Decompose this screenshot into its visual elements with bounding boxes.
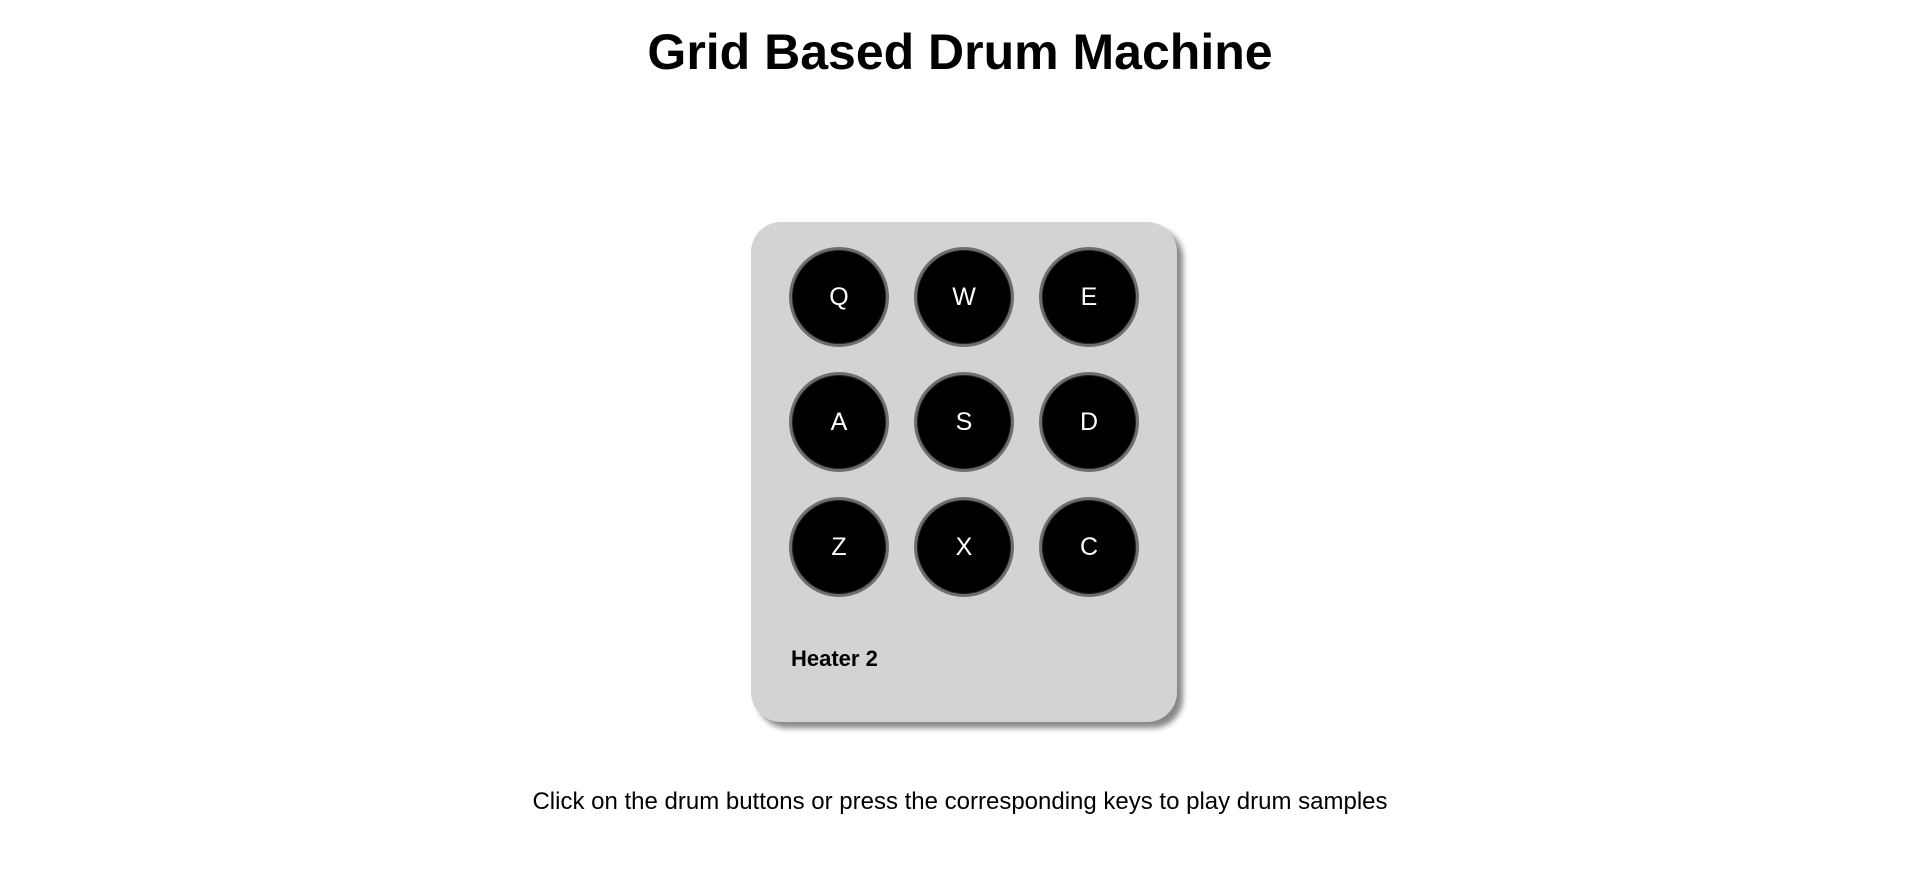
drum-pad-x[interactable]: X: [914, 497, 1014, 597]
drum-pad-z[interactable]: Z: [789, 497, 889, 597]
drum-pad-d[interactable]: D: [1039, 372, 1139, 472]
drum-machine: Q W E A S D Z X C Heater 2: [751, 222, 1177, 722]
page-title: Grid Based Drum Machine: [647, 24, 1273, 80]
drum-pad-grid: Q W E A S D Z X C: [789, 247, 1139, 597]
drum-pad-w[interactable]: W: [914, 247, 1014, 347]
page: Grid Based Drum Machine Q W E A S D Z X …: [0, 0, 1920, 879]
drum-pad-a[interactable]: A: [789, 372, 889, 472]
sound-name-display: Heater 2: [791, 646, 878, 671]
instructions-text: Click on the drum buttons or press the c…: [532, 788, 1388, 815]
drum-pad-q[interactable]: Q: [789, 247, 889, 347]
drum-pad-e[interactable]: E: [1039, 247, 1139, 347]
drum-pad-c[interactable]: C: [1039, 497, 1139, 597]
drum-pad-s[interactable]: S: [914, 372, 1014, 472]
